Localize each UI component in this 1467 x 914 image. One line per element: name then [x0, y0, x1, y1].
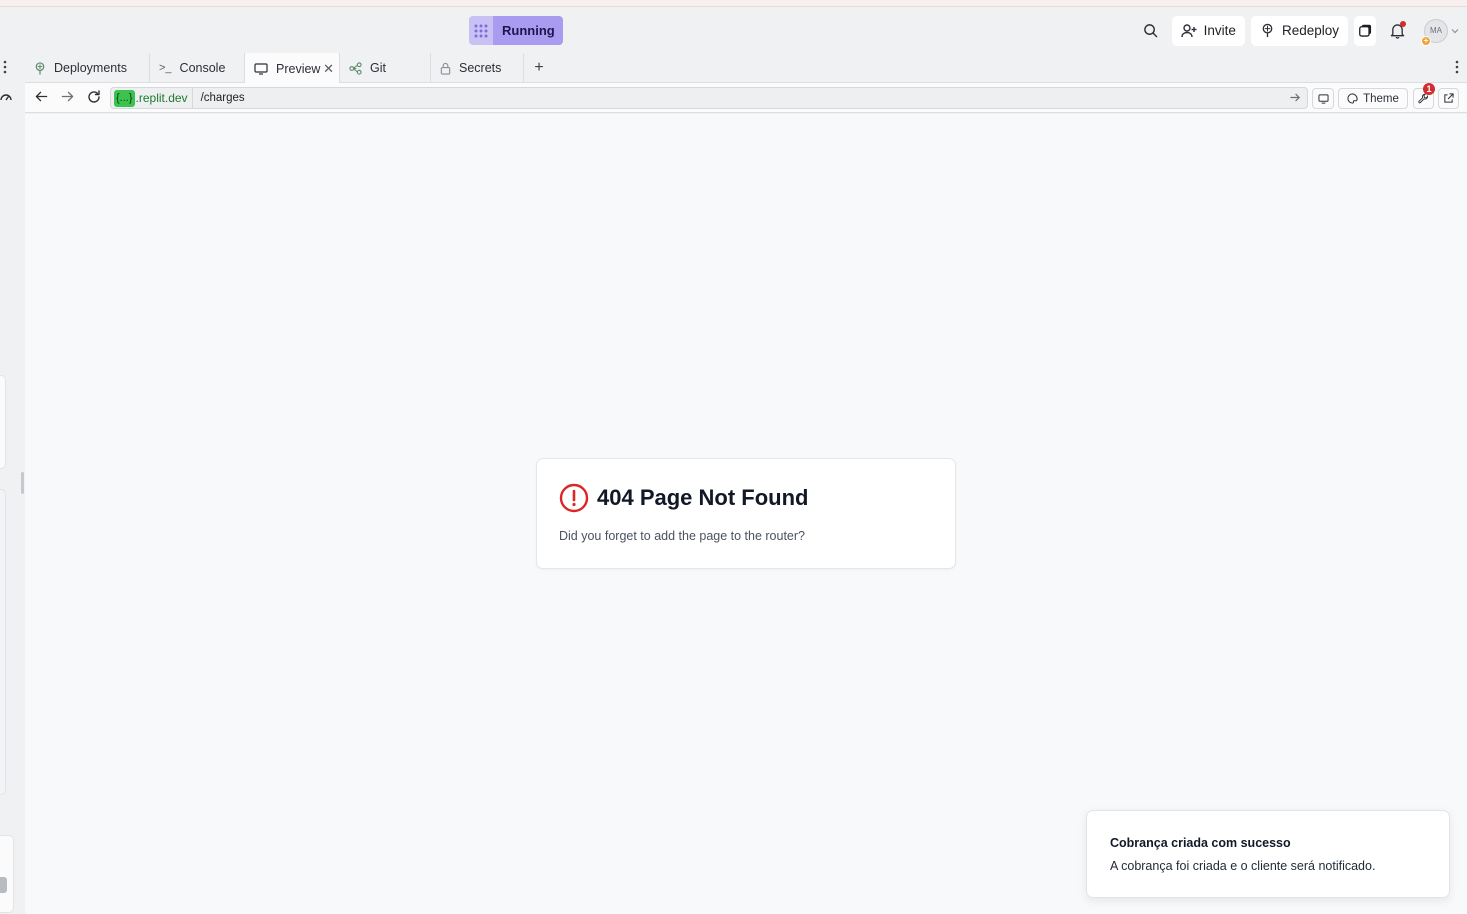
redeploy-label: Redeploy [1281, 23, 1339, 38]
run-control: Running [469, 16, 563, 45]
layout-toggle-button[interactable] [1354, 15, 1376, 46]
url-input[interactable]: {...} .replit.dev /charges [110, 87, 1308, 109]
kebab-menu-icon[interactable] [3, 60, 7, 74]
invite-label: Invite [1203, 23, 1236, 38]
search-icon [1144, 24, 1158, 38]
devtools-button[interactable]: 1 [1413, 83, 1435, 109]
refresh-icon[interactable] [87, 90, 101, 104]
tab-label: Deployments [54, 61, 127, 75]
notification-dot [1400, 20, 1406, 27]
left-pane-strip [0, 53, 22, 914]
kebab-menu-icon[interactable] [1455, 60, 1459, 74]
back-arrow-icon[interactable] [35, 90, 48, 103]
avatar: MA + [1421, 18, 1448, 46]
preview-frame: 404 Page Not Found Did you forget to add… [25, 114, 1467, 914]
tab-preview[interactable]: Preview ✕ [245, 53, 340, 84]
left-panel-card [0, 489, 6, 795]
tab-git[interactable]: Git [340, 53, 431, 83]
toast-title: Cobrança criada com sucesso [1110, 836, 1291, 850]
add-tab-button[interactable]: + [524, 53, 554, 83]
deploy-icon [1262, 23, 1273, 38]
devtools-badge: 1 [1423, 83, 1435, 95]
theme-label: Theme [1363, 92, 1399, 105]
card-header: 404 Page Not Found [559, 483, 808, 513]
not-found-card: 404 Page Not Found Did you forget to add… [536, 458, 956, 569]
speed-icon[interactable] [0, 91, 12, 103]
url-host: {...} .replit.dev [111, 88, 193, 108]
palette-icon [1347, 93, 1358, 104]
preview-url-bar: {...} .replit.dev /charges Theme 1 [25, 83, 1467, 113]
host-domain: .replit.dev [135, 91, 188, 105]
page-title: 404 Page Not Found [597, 485, 809, 510]
header-actions: Invite Redeploy MA + [1136, 15, 1459, 46]
monitor-icon [1317, 93, 1329, 104]
add-user-icon [1180, 24, 1197, 38]
device-preview-button[interactable] [1312, 88, 1334, 109]
pane-resize-handle[interactable] [21, 472, 24, 494]
toast-message: A cobrança foi criada e o cliente será n… [1110, 859, 1376, 873]
plus-icon: + [534, 59, 544, 76]
tab-label: Secrets [459, 61, 502, 75]
tab-secrets[interactable]: Secrets [431, 53, 524, 83]
invite-button[interactable]: Invite [1171, 15, 1245, 46]
pane-tabs: Deployments >_ Console Preview ✕ Git Sec… [25, 53, 1467, 84]
account-menu[interactable]: MA + [1418, 18, 1459, 46]
deployments-icon [35, 61, 45, 75]
toast-notification[interactable]: Cobrança criada com sucesso A cobrança f… [1086, 810, 1450, 898]
tab-label: Preview [276, 61, 321, 76]
tab-deployments[interactable]: Deployments [25, 53, 150, 83]
left-panel-card [0, 375, 6, 469]
top-accent-bar [0, 0, 1467, 7]
search-button[interactable] [1136, 16, 1166, 46]
workspace-header: Running Invite Redeploy MA + [0, 7, 1467, 53]
chevron-down-icon [1451, 28, 1459, 33]
avatar-initials: MA [1430, 26, 1442, 35]
host-chip: {...} [114, 89, 135, 107]
notifications-button[interactable] [1382, 16, 1412, 46]
tab-console[interactable]: >_ Console [150, 53, 245, 83]
url-path[interactable]: /charges [193, 92, 1307, 104]
theme-button[interactable]: Theme [1338, 88, 1408, 109]
run-button[interactable]: Running [493, 16, 563, 45]
close-icon[interactable]: ✕ [323, 61, 334, 77]
plus-badge-icon: + [1421, 35, 1431, 46]
redeploy-button[interactable]: Redeploy [1250, 15, 1348, 46]
forward-arrow-icon[interactable] [61, 90, 74, 103]
console-icon: >_ [159, 62, 172, 74]
monitor-icon [254, 62, 268, 75]
open-new-tab-button[interactable] [1438, 88, 1459, 109]
left-pane-handle[interactable] [0, 877, 7, 893]
copy-icon [1358, 24, 1371, 37]
lock-icon [440, 62, 451, 75]
external-link-icon [1444, 93, 1454, 103]
git-icon [349, 61, 362, 75]
alert-circle-icon [559, 483, 589, 513]
go-arrow-icon[interactable] [1290, 92, 1301, 103]
error-message: Did you forget to add the page to the ro… [559, 529, 806, 543]
tab-label: Console [179, 61, 226, 75]
tab-label: Git [370, 61, 386, 75]
left-panel-card [0, 835, 14, 913]
run-grid-icon[interactable] [469, 16, 493, 45]
